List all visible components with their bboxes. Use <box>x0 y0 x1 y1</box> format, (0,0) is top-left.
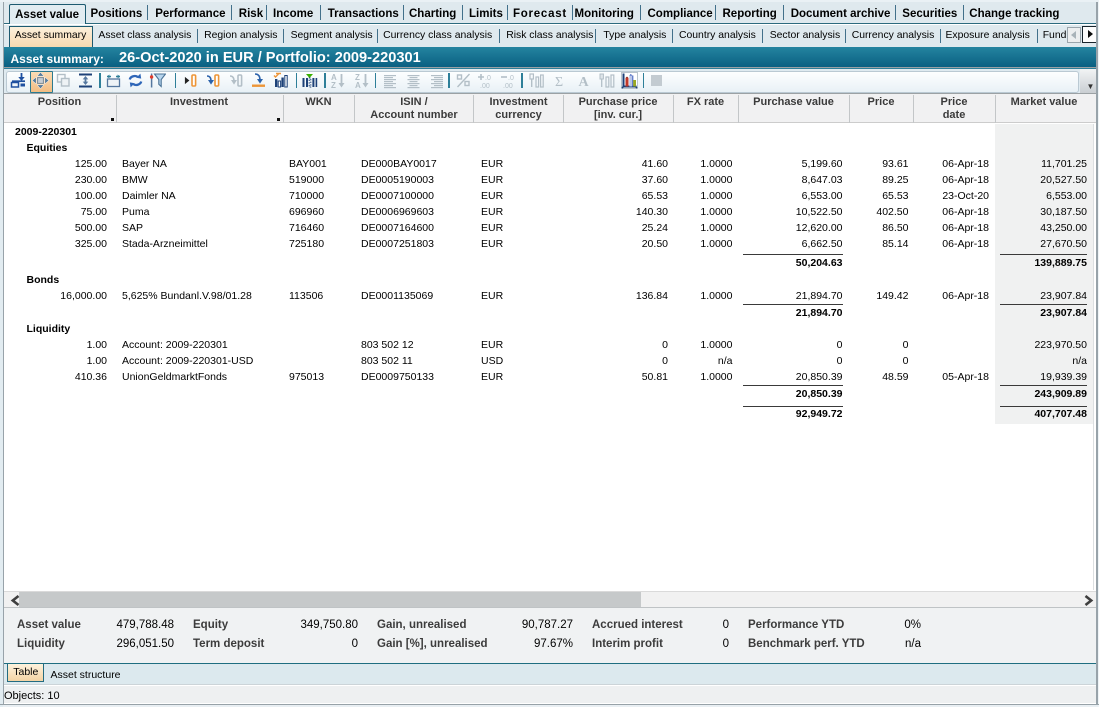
svg-text:A: A <box>578 75 589 89</box>
svg-text:.00: .00 <box>503 83 513 89</box>
svg-text:.0: .0 <box>508 75 514 82</box>
svg-text:.00: .00 <box>480 83 490 89</box>
svg-text:Z: Z <box>331 81 336 89</box>
svg-text:Σ: Σ <box>555 75 563 89</box>
svg-text:.0: .0 <box>485 75 491 82</box>
svg-text:A: A <box>355 81 361 89</box>
